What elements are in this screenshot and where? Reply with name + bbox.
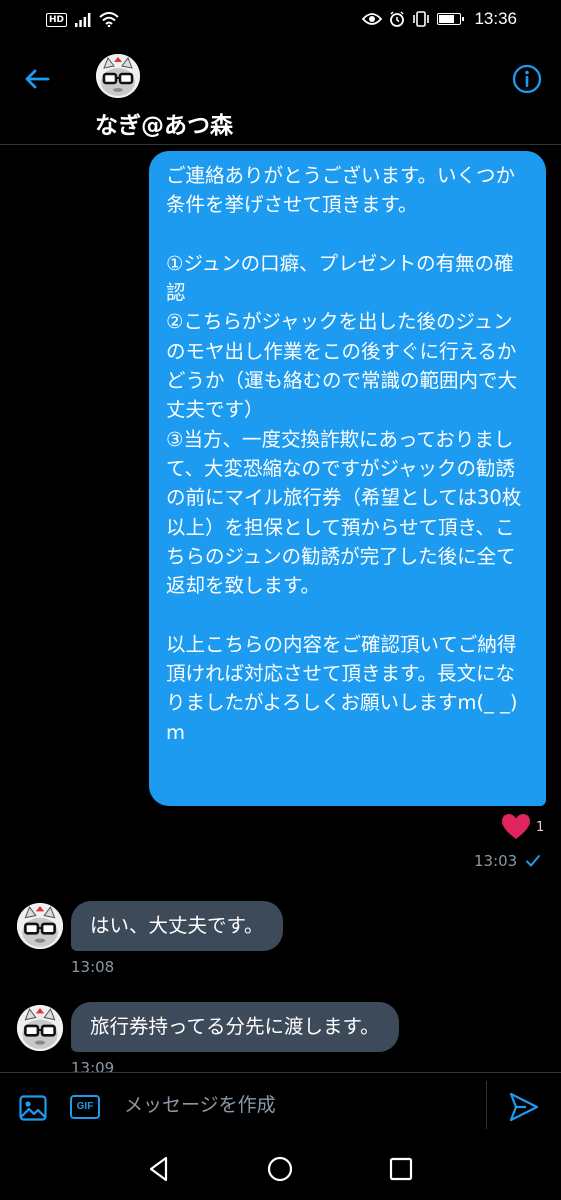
sent-message-bubble[interactable]: ご連絡ありがとうございます。いくつか条件を挙げさせて頂きます。 ①ジュンの口癖、… <box>149 151 546 806</box>
system-nav-bar <box>0 1136 561 1200</box>
contact-name[interactable]: なぎ@あつ森 <box>95 106 233 140</box>
sent-message-time: 13:03 <box>474 852 518 870</box>
heart-icon[interactable] <box>502 814 530 840</box>
received-message-text: はい、大丈夫です。 <box>90 914 264 937</box>
nav-home-icon[interactable] <box>265 1154 295 1184</box>
info-icon[interactable] <box>511 63 543 95</box>
received-message-bubble[interactable]: 旅行券持ってる分先に渡します。 <box>71 1002 399 1052</box>
received-message-bubble[interactable]: はい、大丈夫です。 <box>71 901 283 951</box>
nav-recents-icon[interactable] <box>386 1154 416 1184</box>
message-input[interactable] <box>112 1083 472 1127</box>
read-check-icon <box>526 855 541 867</box>
battery-icon <box>437 13 465 25</box>
alarm-icon <box>390 11 405 27</box>
sender-avatar[interactable] <box>17 1005 63 1051</box>
message-composer: GIF <box>0 1072 561 1137</box>
nav-back-icon[interactable] <box>144 1154 174 1184</box>
received-message-text: 旅行券持ってる分先に渡します。 <box>90 1015 380 1038</box>
message-like[interactable]: 1 <box>502 814 544 840</box>
back-arrow-icon[interactable] <box>22 64 52 94</box>
composer-divider <box>486 1081 487 1129</box>
send-icon[interactable] <box>508 1091 540 1123</box>
sent-message-meta: 13:03 <box>474 852 541 870</box>
vibrate-icon <box>413 11 430 27</box>
eye-icon <box>362 13 383 25</box>
like-count: 1 <box>536 819 545 835</box>
status-time: 13:36 <box>474 9 517 28</box>
status-bar: HD 13:36 <box>0 0 561 40</box>
sender-avatar[interactable] <box>17 903 63 949</box>
conversation-header: なぎ@あつ森 <box>0 40 561 145</box>
hd-badge: HD <box>46 12 68 27</box>
gif-button[interactable]: GIF <box>70 1095 100 1119</box>
image-icon[interactable] <box>19 1095 47 1121</box>
wifi-icon <box>99 12 119 27</box>
sent-message-text: ご連絡ありがとうございます。いくつか条件を挙げさせて頂きます。 ①ジュンの口癖、… <box>166 164 522 744</box>
signal-icon <box>75 12 91 27</box>
contact-avatar[interactable] <box>96 54 140 98</box>
received-message-time: 13:08 <box>71 958 115 976</box>
